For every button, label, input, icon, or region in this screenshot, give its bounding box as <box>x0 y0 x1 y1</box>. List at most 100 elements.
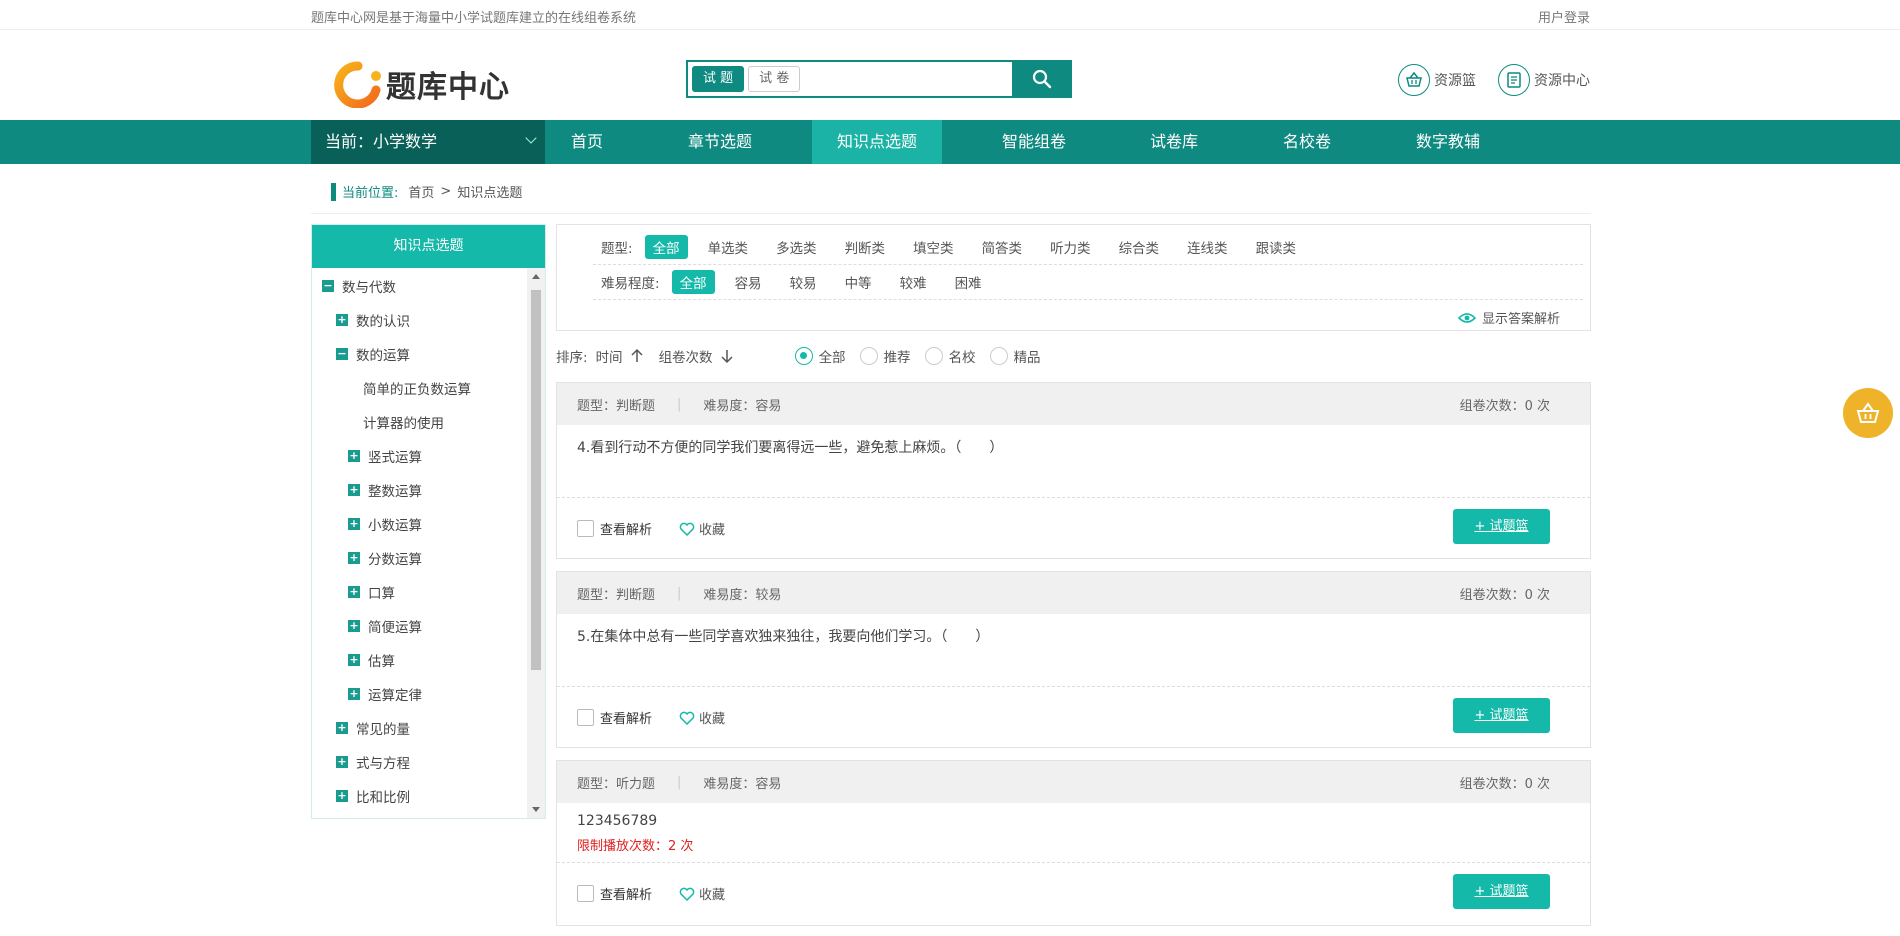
type-option[interactable]: 判断类 <box>837 235 894 259</box>
nav-item-home[interactable]: 首页 <box>546 120 628 164</box>
expand-icon[interactable]: + <box>348 552 360 564</box>
nav-item-famous-school[interactable]: 名校卷 <box>1262 120 1352 164</box>
expand-icon[interactable]: + <box>348 518 360 530</box>
chevron-down-icon <box>525 132 537 144</box>
view-analysis-label: 查看解析 <box>600 523 653 538</box>
tree-node[interactable]: 简单的正负数运算 <box>363 378 471 398</box>
tree-node-label: 简单的正负数运算 <box>363 382 471 398</box>
expand-icon[interactable]: + <box>336 790 348 802</box>
expand-icon[interactable]: + <box>348 450 360 462</box>
expand-icon[interactable]: + <box>336 722 348 734</box>
tree-node[interactable]: + 运算定律 <box>348 684 422 704</box>
radio-quality[interactable]: 精品 <box>989 346 1041 366</box>
favorite-button[interactable]: 收藏 <box>679 519 725 538</box>
floating-basket-button[interactable] <box>1843 388 1893 438</box>
sidebar-scrollbar[interactable] <box>527 268 545 818</box>
tree-node[interactable]: + 竖式运算 <box>348 446 422 466</box>
tree-node[interactable]: + 分数运算 <box>348 548 422 568</box>
tree-node[interactable]: + 口算 <box>348 582 395 602</box>
expand-icon[interactable]: + <box>348 484 360 496</box>
play-limit-unit: 次 <box>676 839 694 854</box>
collapse-icon[interactable]: − <box>336 348 348 360</box>
view-analysis-checkbox[interactable]: 查看解析 <box>577 884 652 903</box>
expand-icon[interactable]: + <box>348 654 360 666</box>
type-option[interactable]: 全部 <box>644 235 688 259</box>
expand-icon[interactable]: + <box>336 314 348 326</box>
breadcrumb-home[interactable]: 首页 <box>408 182 434 201</box>
view-analysis-checkbox[interactable]: 查看解析 <box>577 519 652 538</box>
scrollbar-thumb[interactable] <box>531 290 541 670</box>
difficulty-option[interactable]: 容易 <box>727 270 770 294</box>
scroll-down-icon[interactable] <box>532 807 540 812</box>
type-option[interactable]: 简答类 <box>974 235 1031 259</box>
subject-selector[interactable]: 当前：小学数学 <box>311 120 545 164</box>
tree-node-label: 运算定律 <box>368 688 422 704</box>
search-tab-papers[interactable]: 试 卷 <box>748 66 801 92</box>
scroll-up-icon[interactable] <box>532 274 540 279</box>
collapse-icon[interactable]: − <box>322 280 334 292</box>
tree-node[interactable]: + 估算 <box>348 650 395 670</box>
add-to-basket-button[interactable]: + 试题篮 <box>1453 698 1550 733</box>
type-option[interactable]: 填空类 <box>905 235 962 259</box>
expand-icon[interactable]: + <box>348 688 360 700</box>
expand-icon[interactable]: + <box>348 586 360 598</box>
radio-all[interactable]: 全部 <box>794 346 846 366</box>
eye-icon <box>1457 312 1476 323</box>
nav-item-smart-paper[interactable]: 智能组卷 <box>986 120 1082 164</box>
tree-node-label: 比和比例 <box>356 790 410 806</box>
knowledge-tree: − 数与代数 + 数的认识 − 数的运算 简单的正负数运算 计算器的使用 + 竖式运算 + 整数运算 +… <box>312 268 528 818</box>
tree-node[interactable]: + 整数运算 <box>348 480 422 500</box>
tree-node[interactable]: + 比和比例 <box>336 786 410 806</box>
radio-recommend[interactable]: 推荐 <box>859 346 911 366</box>
tree-node[interactable]: 计算器的使用 <box>363 412 444 432</box>
search-button[interactable] <box>1012 60 1072 98</box>
type-option[interactable]: 综合类 <box>1111 235 1168 259</box>
question-footer: 查看解析 收藏 + 试题篮 <box>557 498 1590 558</box>
question-header: 题型：听力题 | 难易度：容易 组卷次数：0 次 <box>557 761 1590 803</box>
user-login-link[interactable]: 用户登录 <box>1538 7 1590 26</box>
show-answer-toggle[interactable]: 显示答案解析 <box>1457 308 1560 327</box>
nav-item-chapter[interactable]: 章节选题 <box>672 120 768 164</box>
tree-node[interactable]: + 式与方程 <box>336 752 410 772</box>
type-option[interactable]: 听力类 <box>1042 235 1099 259</box>
expand-icon[interactable]: + <box>336 756 348 768</box>
tree-node[interactable]: + 常见的量 <box>336 718 410 738</box>
sort-by-count[interactable]: 组卷次数 <box>659 346 735 366</box>
radio-famous[interactable]: 名校 <box>924 346 976 366</box>
tree-node[interactable]: + 简便运算 <box>348 616 422 636</box>
add-to-basket-button[interactable]: + 试题篮 <box>1453 874 1550 909</box>
nav-item-digital-aid[interactable]: 数字教辅 <box>1398 120 1498 164</box>
difficulty-option[interactable]: 较难 <box>892 270 935 294</box>
favorite-button[interactable]: 收藏 <box>679 708 725 727</box>
difficulty-option[interactable]: 困难 <box>947 270 990 294</box>
tree-node[interactable]: + 小数运算 <box>348 514 422 534</box>
difficulty-option[interactable]: 全部 <box>671 270 715 294</box>
tree-node[interactable]: + 数的认识 <box>336 310 410 330</box>
type-option[interactable]: 多选类 <box>768 235 825 259</box>
difficulty-option[interactable]: 中等 <box>837 270 880 294</box>
radio-label: 全部 <box>818 350 846 366</box>
sort-bar: 排序: 时间 组卷次数 全部 推荐 名校 精品 <box>556 346 1055 366</box>
question-difficulty: 难易度：容易 <box>703 776 782 792</box>
search-input[interactable] <box>800 64 1012 94</box>
document-icon <box>1498 64 1530 96</box>
view-analysis-checkbox[interactable]: 查看解析 <box>577 708 652 727</box>
favorite-button[interactable]: 收藏 <box>679 884 725 903</box>
sort-by-time[interactable]: 时间 <box>596 346 645 366</box>
type-option[interactable]: 连线类 <box>1179 235 1236 259</box>
basket-icon <box>1398 64 1430 96</box>
resource-center-link[interactable]: 资源中心 <box>1498 64 1590 96</box>
site-logo[interactable]: 题库中心 <box>332 60 510 109</box>
tree-node[interactable]: − 数与代数 <box>322 276 396 296</box>
search-tab-questions[interactable]: 试 题 <box>692 66 745 92</box>
add-to-basket-button[interactable]: + 试题篮 <box>1453 509 1550 544</box>
tree-node[interactable]: − 数的运算 <box>336 344 410 364</box>
difficulty-option[interactable]: 较易 <box>782 270 825 294</box>
expand-icon[interactable]: + <box>348 620 360 632</box>
resource-basket-link[interactable]: 资源篮 <box>1398 64 1476 96</box>
nav-item-knowledge[interactable]: 知识点选题 <box>812 120 942 164</box>
nav-item-paper-library[interactable]: 试卷库 <box>1126 120 1222 164</box>
type-option[interactable]: 单选类 <box>700 235 757 259</box>
type-option[interactable]: 跟读类 <box>1248 235 1305 259</box>
favorite-label: 收藏 <box>699 712 726 727</box>
